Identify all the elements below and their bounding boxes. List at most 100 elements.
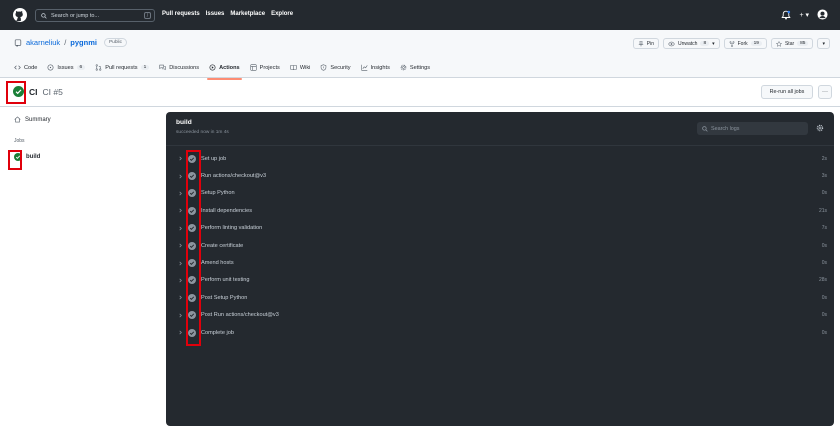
star-button[interactable]: Star 85 (770, 38, 814, 49)
tab-actions[interactable]: Actions (207, 64, 242, 80)
job-log-header: build succeeded now in 1m 4s Search logs (166, 112, 834, 146)
nav-explore[interactable]: Explore (271, 11, 293, 17)
step-row-post-setup-python[interactable]: Post Setup Python 0s (166, 289, 834, 306)
fork-count: 19 (750, 41, 762, 46)
step-duration: 3s (821, 173, 827, 180)
chevron-right-icon (179, 191, 182, 196)
header-actions: + ▾ (781, 9, 828, 20)
step-name: Install dependencies (201, 207, 253, 214)
star-dropdown-caret: ▾ (822, 40, 825, 47)
nav-pull-requests[interactable]: Pull requests (162, 11, 200, 17)
step-row-complete-job[interactable]: Complete job 0s (166, 324, 834, 341)
tab-projects-label: Projects (259, 64, 280, 71)
tab-security[interactable]: Security (320, 64, 351, 77)
repo-action-buttons: Pin Unwatch 8 ▾ Fork 19 Star 85 ▾ (632, 38, 830, 49)
github-logo-icon[interactable] (13, 8, 27, 22)
unwatch-label: Unwatch (677, 40, 698, 47)
home-icon (14, 116, 21, 123)
tab-issues[interactable]: Issues 6 (47, 64, 86, 77)
tab-discussions[interactable]: Discussions (159, 64, 199, 77)
search-logs-placeholder: Search logs (711, 125, 740, 132)
search-logs-input[interactable]: Search logs (697, 122, 808, 135)
create-new-button[interactable]: + ▾ (799, 11, 809, 19)
search-icon (41, 12, 47, 19)
log-settings-gear-icon[interactable] (816, 124, 824, 132)
star-dropdown-button[interactable]: ▾ (817, 38, 830, 49)
star-icon (775, 40, 782, 47)
global-search-input[interactable]: Search or jump to... / (35, 9, 155, 22)
step-name: Perform unit testing (201, 277, 250, 284)
step-duration: 21s (818, 207, 827, 214)
nav-issues[interactable]: Issues (206, 11, 225, 17)
notifications-bell-icon[interactable] (781, 10, 792, 20)
step-row-create-certificate[interactable]: Create certificate 0s (166, 237, 834, 254)
search-placeholder: Search or jump to... (51, 12, 99, 19)
chevron-right-icon (179, 243, 182, 248)
global-header: Search or jump to... / Pull requests Iss… (0, 0, 840, 30)
repo-tabs: Code Issues 6 Pull requests 1 Discussion… (14, 64, 430, 80)
sidebar-job-label: build (26, 154, 41, 160)
unwatch-dropdown[interactable]: ▾ (712, 41, 715, 47)
repo-icon (14, 38, 22, 47)
repo-title: akarneliuk / pygnmi Public (14, 38, 128, 47)
fork-button[interactable]: Fork 19 (723, 38, 767, 49)
job-status-text: succeeded now in 1m 4s (176, 130, 229, 135)
tab-issues-count: 6 (76, 65, 86, 70)
user-avatar-icon[interactable] (817, 9, 828, 20)
more-options-button[interactable]: ··· (818, 85, 832, 99)
step-duration: 7s (821, 225, 827, 232)
step-name: Set up job (201, 155, 227, 162)
visibility-badge: Public (103, 38, 128, 47)
discussion-icon (159, 64, 166, 71)
step-duration: 2s (821, 155, 827, 162)
step-row-linting[interactable]: Perform linting validation 7s (166, 220, 834, 237)
step-row-unit-testing[interactable]: Perform unit testing 28s (166, 272, 834, 289)
step-duration: 0s (821, 260, 827, 267)
step-duration: 0s (821, 312, 827, 319)
step-name: Create certificate (201, 242, 244, 249)
tab-code[interactable]: Code (14, 64, 37, 77)
step-row-setup-python[interactable]: Setup Python 0s (166, 185, 834, 202)
step-row-set-up-job[interactable]: Set up job 2s (166, 150, 834, 167)
chevron-right-icon (179, 226, 182, 231)
shield-icon (321, 64, 327, 71)
step-name: Post Run actions/checkout@v3 (201, 312, 279, 319)
global-nav: Pull requests Issues Marketplace Explore (162, 11, 293, 17)
repo-owner-link[interactable]: akarneliuk (26, 38, 60, 47)
step-duration: 0s (821, 242, 827, 249)
step-row-install-dependencies[interactable]: Install dependencies 21s (166, 202, 834, 219)
step-duration: 0s (821, 190, 827, 197)
tab-wiki[interactable]: Wiki (290, 64, 311, 77)
step-list: Set up job 2s Run actions/checkout@v3 3s… (166, 150, 834, 341)
nav-marketplace[interactable]: Marketplace (230, 11, 265, 17)
fork-label: Fork (737, 40, 748, 47)
run-number: CI #5 (42, 86, 63, 97)
tab-insights-label: Insights (370, 64, 390, 71)
tab-projects[interactable]: Projects (250, 64, 280, 77)
summary-label: Summary (25, 116, 51, 123)
summary-link[interactable]: Summary (14, 116, 51, 123)
chevron-right-icon (179, 330, 182, 335)
highlight-box-job-status (8, 150, 22, 170)
pin-button[interactable]: Pin (632, 38, 659, 49)
tab-insights[interactable]: Insights (361, 64, 390, 77)
tab-wiki-label: Wiki (299, 64, 311, 71)
step-row-amend-hosts[interactable]: Amend hosts 0s (166, 254, 834, 271)
step-row-checkout[interactable]: Run actions/checkout@v3 3s (166, 167, 834, 184)
rerun-all-jobs-button[interactable]: Re-run all jobs (761, 85, 813, 99)
job-log-panel: build succeeded now in 1m 4s Search logs… (166, 112, 834, 426)
tab-pull-requests-label: Pull requests (105, 64, 138, 71)
tab-settings[interactable]: Settings (400, 64, 430, 77)
graph-icon (361, 64, 368, 71)
star-count: 85 (797, 41, 809, 46)
pull-request-icon (95, 64, 102, 71)
unwatch-button[interactable]: Unwatch 8 ▾ (662, 38, 720, 49)
watch-count: 8 (700, 41, 710, 46)
chevron-right-icon (179, 174, 182, 179)
repo-name-link[interactable]: pygnmi (70, 38, 97, 47)
workflow-name: CI (29, 86, 38, 97)
step-name: Setup Python (201, 190, 235, 197)
step-row-post-checkout[interactable]: Post Run actions/checkout@v3 0s (166, 307, 834, 324)
pin-label: Pin (646, 40, 654, 47)
tab-pull-requests[interactable]: Pull requests 1 (95, 64, 150, 77)
